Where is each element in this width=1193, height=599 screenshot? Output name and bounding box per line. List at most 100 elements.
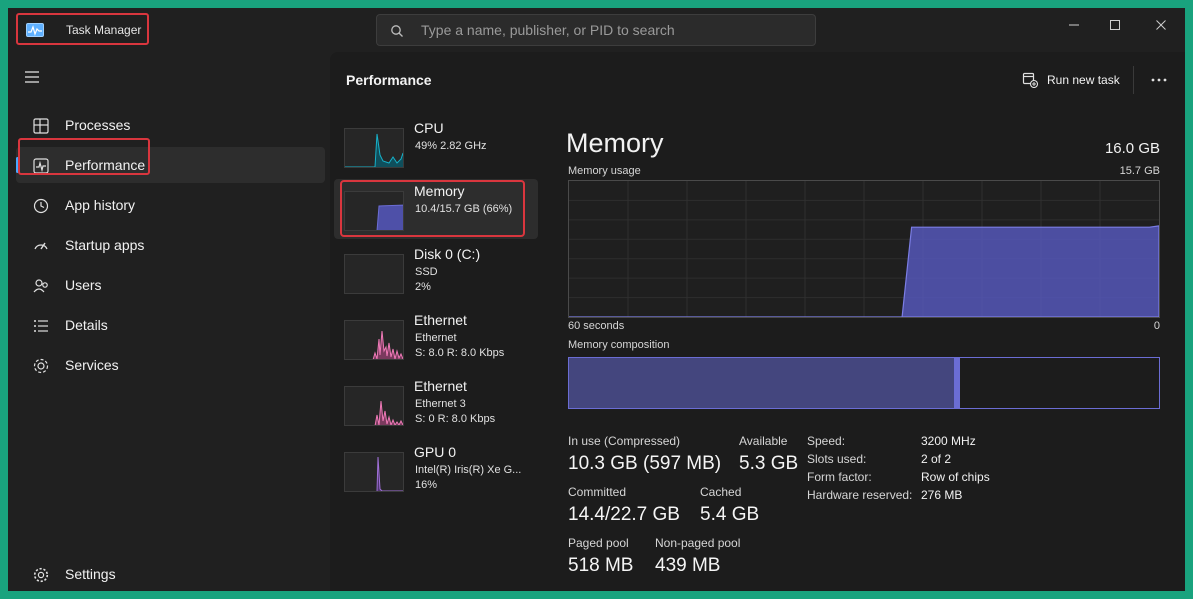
main-panel: Performance Run new task CPU 49% 2.82 GH… (330, 52, 1185, 591)
form-factor-key: Form factor: (807, 470, 872, 484)
sidebar-item-services[interactable]: Services (16, 347, 325, 383)
memory-usage-max: 15.7 GB (1119, 165, 1160, 177)
header-divider (1133, 66, 1134, 94)
form-factor-value: Row of chips (921, 470, 990, 484)
committed-value: 14.4/22.7 GB (568, 504, 680, 525)
resource-detail: S: 0 R: 8.0 Kbps (415, 413, 496, 425)
sidebar: Processes Performance App history Startu… (8, 52, 330, 591)
sidebar-item-details[interactable]: Details (16, 307, 325, 343)
graph-time-end: 0 (1153, 320, 1160, 332)
settings-gear-icon (33, 567, 49, 583)
sidebar-item-settings[interactable]: Settings (16, 556, 325, 591)
resource-name: GPU 0 (414, 444, 457, 460)
search-icon (391, 25, 403, 37)
composition-in-use-segment (569, 358, 956, 408)
search-input[interactable] (421, 15, 801, 45)
cached-label: Cached (700, 485, 742, 499)
run-new-task-label: Run new task (1047, 73, 1120, 87)
memory-composition-bar (568, 357, 1160, 409)
memory-highlight-box (340, 180, 525, 237)
close-button[interactable] (1138, 10, 1184, 40)
minimize-button[interactable] (1051, 10, 1097, 40)
memory-total: 16.0 GB (1104, 140, 1160, 157)
memory-composition-label: Memory composition (568, 339, 670, 351)
resource-name: CPU (414, 120, 444, 136)
services-icon (33, 358, 49, 374)
sidebar-item-label: Services (65, 357, 119, 373)
non-paged-pool-label: Non-paged pool (655, 536, 741, 550)
resource-detail: 49% 2.82 GHz (415, 140, 487, 152)
sidebar-item-label: Startup apps (65, 237, 145, 253)
users-icon (33, 279, 48, 293)
sidebar-item-startup-apps[interactable]: Startup apps (16, 227, 325, 263)
maximize-button[interactable] (1092, 10, 1138, 40)
page-title: Performance (346, 72, 432, 88)
title-bar: Task Manager (8, 8, 1185, 52)
in-use-value: 10.3 GB (597 MB) (568, 453, 722, 474)
sidebar-item-label: Details (65, 317, 108, 333)
resource-detail: S: 8.0 R: 8.0 Kbps (415, 347, 505, 359)
resource-name: Ethernet (414, 378, 467, 394)
hardware-reserved-value: 276 MB (921, 488, 963, 502)
resource-item-disk[interactable]: Disk 0 (C:) SSD 2% (334, 242, 538, 302)
sidebar-item-label: Users (65, 277, 102, 293)
resource-item-gpu[interactable]: GPU 0 Intel(R) Iris(R) Xe G... 16% (334, 440, 538, 500)
resource-detail: Ethernet 3 (415, 398, 466, 410)
search-box[interactable] (376, 14, 816, 46)
available-value: 5.3 GB (739, 453, 799, 474)
task-manager-icon (26, 23, 44, 37)
hamburger-menu-icon[interactable] (22, 69, 44, 85)
resource-item-ethernet[interactable]: Ethernet Ethernet S: 8.0 R: 8.0 Kbps (334, 308, 538, 368)
memory-detail-panel: Memory 16.0 GB Memory usage 15.7 GB 60 s… (566, 116, 1166, 586)
memory-usage-graph (568, 180, 1160, 318)
speed-value: 3200 MHz (921, 434, 976, 448)
memory-usage-label: Memory usage (568, 165, 641, 177)
ethernet-thumbnail-graph (344, 320, 404, 360)
more-options-button[interactable] (1145, 66, 1173, 94)
speed-key: Speed: (807, 434, 846, 448)
hardware-reserved-key: Hardware reserved: (807, 488, 913, 502)
run-new-task-icon (1022, 72, 1038, 88)
resource-name: Ethernet (414, 312, 467, 328)
resource-title: Memory (566, 128, 664, 158)
in-use-label: In use (Compressed) (568, 434, 681, 448)
startup-apps-icon (34, 242, 48, 250)
graph-time-start: 60 seconds (568, 320, 625, 332)
close-icon (1156, 20, 1166, 30)
processes-icon (33, 118, 49, 134)
cpu-thumbnail-graph (344, 128, 404, 168)
resource-detail: Ethernet (415, 332, 457, 344)
app-title: Task Manager (66, 23, 142, 37)
paged-pool-value: 518 MB (568, 555, 634, 576)
resource-detail: 16% (415, 479, 438, 491)
disk-thumbnail-graph (344, 254, 404, 294)
details-icon (34, 320, 48, 332)
sidebar-item-label: Settings (65, 566, 116, 582)
available-label: Available (739, 434, 788, 448)
composition-modified-segment (955, 358, 961, 408)
sidebar-item-users[interactable]: Users (16, 267, 325, 303)
committed-label: Committed (568, 485, 627, 499)
performance-highlight-box (18, 138, 150, 175)
cached-value: 5.4 GB (700, 504, 760, 525)
resource-item-ethernet-3[interactable]: Ethernet Ethernet 3 S: 0 R: 8.0 Kbps (334, 374, 538, 434)
resource-name: Disk 0 (C:) (414, 246, 481, 262)
paged-pool-label: Paged pool (568, 536, 629, 550)
app-history-icon (33, 198, 49, 214)
gpu-thumbnail-graph (344, 452, 404, 492)
sidebar-item-label: Processes (65, 117, 131, 133)
slots-used-key: Slots used: (807, 452, 867, 466)
resource-detail: Intel(R) Iris(R) Xe G... (415, 464, 522, 476)
memory-usage-chart (569, 181, 1160, 318)
minimize-icon (1069, 24, 1079, 26)
slots-used-value: 2 of 2 (921, 452, 952, 466)
resource-detail: 2% (415, 281, 431, 293)
more-options-icon (1151, 78, 1167, 82)
app-title-highlight: Task Manager (16, 13, 149, 45)
task-manager-window: Task Manager Type a name, publisher, or … (8, 8, 1185, 591)
maximize-icon (1110, 20, 1120, 30)
ethernet-3-thumbnail-graph (344, 386, 404, 426)
sidebar-item-label: App history (65, 197, 136, 213)
sidebar-item-app-history[interactable]: App history (16, 187, 325, 223)
resource-item-cpu[interactable]: CPU 49% 2.82 GHz (334, 116, 538, 176)
